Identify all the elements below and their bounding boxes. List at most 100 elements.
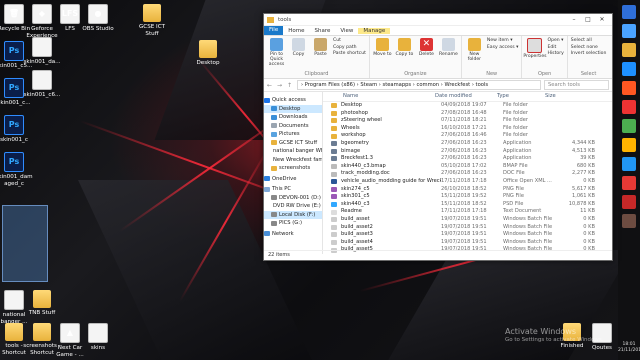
move-to-button[interactable]: Move to <box>373 38 392 57</box>
file-type: Office Open XML ... <box>503 177 552 184</box>
file-type-icon <box>331 202 337 208</box>
taskbar-app-icon[interactable] <box>622 62 636 76</box>
nav-item[interactable]: DVD RW Drive (E:) HI <box>264 202 322 211</box>
file-row[interactable]: bgeometry 27/06/2018 16:23 Application 4,34… <box>323 140 612 148</box>
nav-item[interactable]: New Wreckfest fam <box>264 156 322 165</box>
paste-shortcut-button[interactable]: Paste shortcut <box>333 51 366 58</box>
nav-item[interactable]: GCSE ICT Stuff <box>264 139 322 148</box>
nav-item-icon <box>271 165 277 171</box>
tab-share[interactable]: Share <box>309 28 335 34</box>
file-name: workshop <box>341 132 366 139</box>
close-button[interactable]: ✕ <box>595 16 609 23</box>
history-button[interactable]: History <box>547 51 563 58</box>
taskbar-app-icon[interactable] <box>622 214 636 228</box>
taskbar-clock[interactable]: 18:01 21/11/2018 <box>618 342 640 354</box>
select-label: Select <box>580 71 597 77</box>
file-name: skin440_c3.bmap <box>341 162 386 169</box>
file-icon <box>32 37 52 57</box>
nav-item[interactable]: This PC <box>264 185 322 194</box>
header-name[interactable]: Name <box>343 92 435 101</box>
nav-item[interactable]: Local Disk (F:) <box>264 210 322 219</box>
search-input[interactable]: Search tools <box>544 80 609 90</box>
nav-item[interactable]: DEVON-001 (D:) <box>264 194 322 203</box>
file-row[interactable]: track_modding.doc 27/06/2018 16:23 DOC Fil… <box>323 170 612 178</box>
nav-item[interactable]: screenshots <box>264 164 322 173</box>
copy-to-button[interactable]: Copy to <box>395 38 414 57</box>
rename-button[interactable]: Rename <box>439 38 458 57</box>
taskbar-app-icon[interactable] <box>622 138 636 152</box>
desktop-icon[interactable]: skin001_da... <box>22 37 62 66</box>
desktop-icon[interactable]: skins <box>78 323 118 352</box>
new-folder-button[interactable]: New folder <box>465 38 484 62</box>
tab-view[interactable]: View <box>335 28 358 34</box>
nav-item[interactable]: PICS (G:) <box>264 219 322 228</box>
file-row[interactable]: photoshop 27/08/2018 16:48 File folder <box>323 110 612 118</box>
file-row[interactable]: Desktop 04/09/2018 19:07 File folder <box>323 102 612 110</box>
header-date[interactable]: Date modified <box>435 92 497 101</box>
address-path[interactable]: › Program Files (x86) › Steam › steamapp… <box>297 80 541 90</box>
nav-item[interactable]: Network <box>264 230 322 239</box>
file-date: 19/07/2018 19:51 <box>441 231 487 238</box>
easy-access-button[interactable]: Easy access ▾ <box>487 45 519 52</box>
desktop-icon[interactable]: Desktop <box>188 40 228 67</box>
file-row[interactable]: workshop 27/06/2018 16:46 File folder <box>323 132 612 140</box>
maximize-button[interactable]: □ <box>581 16 595 23</box>
header-size[interactable]: Size <box>545 92 589 101</box>
taskbar-app-icon[interactable] <box>622 5 636 19</box>
taskbar-app-icon[interactable] <box>622 157 636 171</box>
taskbar-app-icon[interactable] <box>622 24 636 38</box>
nav-item[interactable]: Desktop <box>264 104 322 113</box>
nav-item[interactable]: Documents <box>264 122 322 131</box>
taskbar-app-icon[interactable] <box>622 43 636 57</box>
up-button[interactable]: ↑ <box>287 82 294 89</box>
nav-item[interactable]: OneDrive <box>264 175 322 184</box>
taskbar-app-icon[interactable] <box>622 119 636 133</box>
desktop-icon[interactable]: Ps skin001_c <box>0 115 34 144</box>
copy-button[interactable]: Copy <box>289 38 308 57</box>
nav-item-label: This PC <box>272 186 291 192</box>
paste-button[interactable]: Paste <box>311 38 330 57</box>
file-row[interactable]: skin440_c3.bmap 05/10/2018 17:02 BMAP File… <box>323 163 612 171</box>
pin-quick-access-button[interactable]: Pin to Quick access <box>267 38 286 67</box>
nav-item[interactable]: Pictures <box>264 130 322 139</box>
tab-home[interactable]: Home <box>283 28 309 34</box>
file-row[interactable]: build_asset 19/07/2018 19:51 Windows Batch… <box>323 216 612 224</box>
file-row[interactable]: skin274_c5 26/10/2018 18:52 PNG File 5,617 … <box>323 186 612 194</box>
desktop-icon[interactable]: GCSE ICT Stuff <box>132 4 172 37</box>
file-row[interactable]: build_asset4 19/07/2018 19:51 Windows Batc… <box>323 239 612 247</box>
file-icon: ◆ <box>32 4 52 24</box>
back-button[interactable]: ← <box>267 82 274 89</box>
file-row[interactable]: Wheels 16/10/2018 17:21 File folder <box>323 125 612 133</box>
file-size <box>551 117 595 125</box>
file-row[interactable]: build_asset3 19/07/2018 19:51 Windows Batc… <box>323 231 612 239</box>
header-type[interactable]: Type <box>497 92 545 101</box>
nav-item[interactable]: Downloads <box>264 113 322 122</box>
forward-button[interactable]: → <box>277 82 284 89</box>
taskbar-app-icon[interactable] <box>622 195 636 209</box>
desktop-icon[interactable]: TNB Stuff <box>22 290 62 317</box>
nav-item[interactable]: Quick access <box>264 96 322 105</box>
invert-selection-button[interactable]: Invert selection <box>571 51 607 58</box>
nav-item[interactable]: national banger WF <box>264 147 322 156</box>
file-type-icon <box>331 171 337 177</box>
tab-file[interactable]: File <box>264 26 284 35</box>
file-row[interactable]: Breckfest1.3 27/06/2018 16:23 Application 3… <box>323 155 612 163</box>
properties-button[interactable]: Properties <box>523 38 547 59</box>
desktop-icon[interactable]: ● OBS Studio <box>78 4 118 33</box>
taskbar-app-icon[interactable] <box>622 100 636 114</box>
taskbar-app-icon[interactable] <box>622 176 636 190</box>
file-row[interactable]: skin440_c3 15/11/2018 18:52 PSD File 10,878… <box>323 201 612 209</box>
file-row[interactable]: vehicle_audio_modding guide for Wreckf..… <box>323 178 612 186</box>
file-row[interactable]: zSteering wheel 07/11/2018 18:21 File fold… <box>323 117 612 125</box>
file-row[interactable]: build_asset2 19/07/2018 19:51 Windows Batc… <box>323 224 612 232</box>
file-row[interactable]: Readme 17/11/2018 17:18 Text Document 11 KB <box>323 208 612 216</box>
taskbar-app-icon[interactable] <box>622 81 636 95</box>
delete-button[interactable]: ✕ Delete <box>417 38 436 57</box>
minimize-button[interactable]: – <box>567 16 581 23</box>
desktop-icon[interactable]: Ps skin001_dam aged_c <box>0 152 34 187</box>
tab-manage[interactable]: Manage <box>358 27 391 34</box>
file-row[interactable]: bimage 27/06/2018 16:23 Application 4,513 K… <box>323 148 612 156</box>
file-row[interactable]: skin301_c5 15/11/2018 19:52 PNG File 1,061 … <box>323 193 612 201</box>
open-button[interactable]: Open ▾ <box>547 38 563 45</box>
desktop-icon[interactable]: skin001_c6... <box>22 70 62 99</box>
